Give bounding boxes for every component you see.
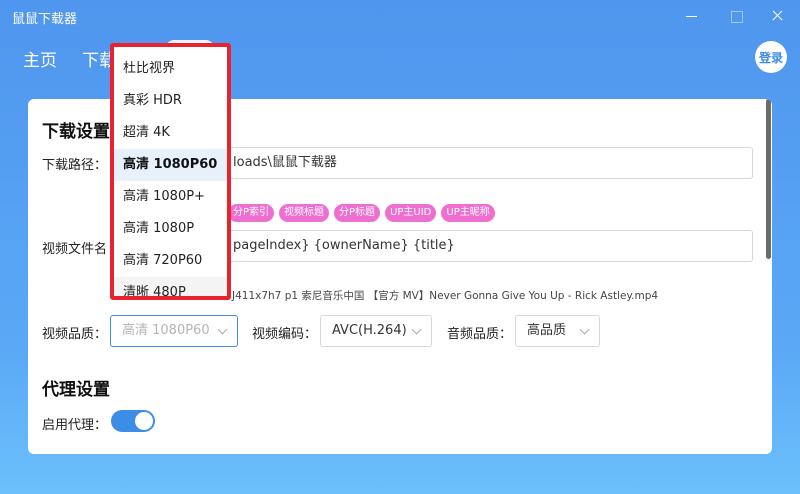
filename-template-input[interactable]: pageIndex} {ownerName} {title} [224, 230, 753, 262]
chevron-down-icon [411, 324, 422, 335]
title-bar: 鼠鼠下载器 [0, 0, 800, 32]
chevron-down-icon [217, 324, 228, 335]
filename-label: 视频文件名 [42, 242, 108, 257]
video-quality-value: 高清 1080P60 [122, 323, 210, 338]
quality-option[interactable]: 高清 1080P60 [114, 149, 227, 181]
close-icon[interactable] [766, 4, 790, 28]
download-settings-title: 下载设置 [42, 122, 110, 142]
app-title: 鼠鼠下载器 [12, 12, 78, 27]
filename-preview: J411x7h7 p1 索尼音乐中国 【官方 MV】Never Gonna Gi… [232, 290, 659, 302]
enable-proxy-toggle[interactable] [111, 410, 155, 432]
download-path-input[interactable]: loads\鼠鼠下载器 [224, 147, 753, 179]
filename-tag[interactable]: 分P索引 [228, 204, 275, 222]
quality-option[interactable]: 高清 1080P [114, 213, 227, 245]
download-path-label: 下载路径： [42, 158, 108, 173]
proxy-settings-title: 代理设置 [42, 380, 110, 400]
audio-quality-value: 高品质 [527, 323, 567, 338]
quality-option[interactable]: 真彩 HDR [114, 85, 227, 117]
filename-tag[interactable]: 视频标题 [279, 204, 330, 222]
login-button[interactable]: 登录 [755, 41, 787, 73]
filename-variable-tags: 分P索引 视频标题 分P标题 UP主UID UP主昵称 [228, 204, 495, 222]
audio-quality-select[interactable]: 高品质 [515, 315, 600, 347]
quality-option[interactable]: 超清 4K [114, 117, 227, 149]
filename-tag[interactable]: UP主昵称 [441, 204, 495, 222]
quality-option[interactable]: 清晰 480P [114, 277, 227, 296]
maximize-icon[interactable] [724, 4, 748, 28]
minimize-icon[interactable] [680, 4, 704, 28]
video-quality-dropdown: 杜比视界 真彩 HDR 超清 4K 高清 1080P60 高清 1080P+ 高清 108… [110, 43, 231, 300]
enable-proxy-label: 启用代理： [42, 418, 108, 433]
toggle-knob [135, 412, 153, 430]
chevron-down-icon [579, 324, 590, 335]
audio-quality-label: 音频品质： [447, 327, 513, 342]
quality-option[interactable]: 杜比视界 [114, 53, 227, 85]
filename-tag[interactable]: 分P标题 [334, 204, 381, 222]
video-codec-select[interactable]: AVC(H.264) [320, 315, 432, 347]
scrollbar[interactable] [766, 99, 771, 259]
video-codec-value: AVC(H.264) [332, 323, 407, 338]
video-codec-label: 视频编码： [252, 327, 318, 342]
video-quality-select[interactable]: 高清 1080P60 [110, 315, 238, 347]
video-quality-label: 视频品质： [42, 327, 108, 342]
tab-home[interactable]: 主页 [23, 46, 57, 71]
filename-tag[interactable]: UP主UID [385, 204, 437, 222]
quality-option[interactable]: 高清 1080P+ [114, 181, 227, 213]
video-quality-options: 杜比视界 真彩 HDR 超清 4K 高清 1080P60 高清 1080P+ 高清 108… [114, 53, 227, 296]
quality-option[interactable]: 高清 720P60 [114, 245, 227, 277]
